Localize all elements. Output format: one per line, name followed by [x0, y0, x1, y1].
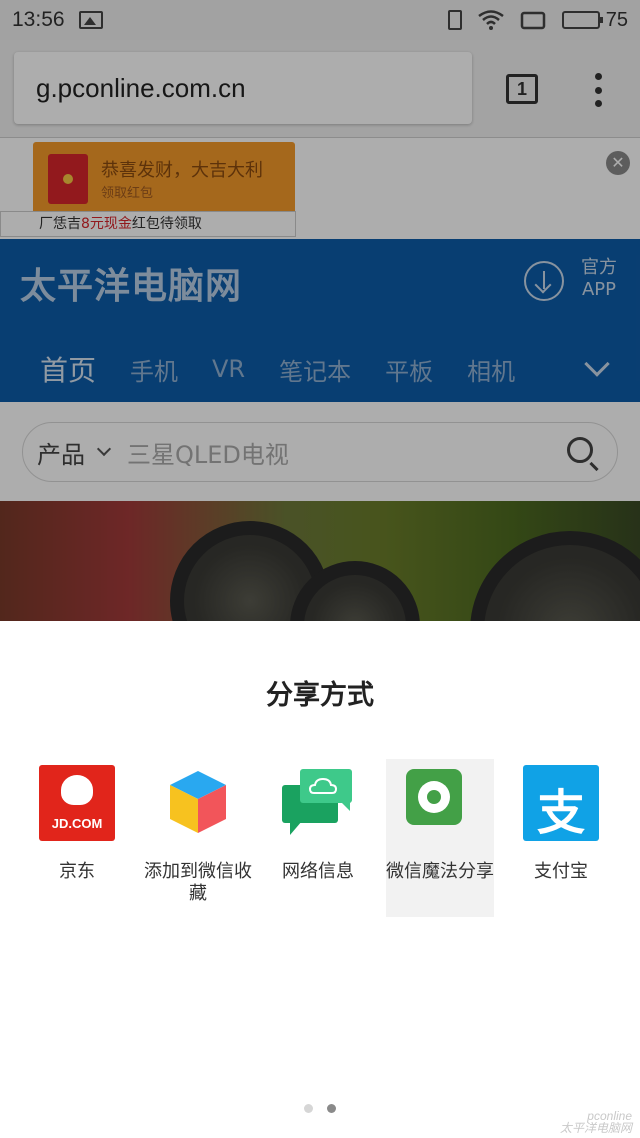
- close-ad-icon[interactable]: ✕: [606, 151, 630, 175]
- watermark: pconline 太平洋电脑网: [560, 1110, 632, 1134]
- red-packet-ad[interactable]: 恭喜发财，大吉大利 领取红包: [33, 142, 295, 214]
- status-icons: 75: [447, 8, 628, 32]
- share-item-label: 网络信息: [282, 861, 354, 882]
- page-indicator: [304, 1104, 336, 1113]
- chat-bubbles-icon: [280, 765, 356, 841]
- status-time: 13:56: [12, 8, 65, 31]
- share-item-jd[interactable]: JD.COM 京东: [23, 759, 131, 917]
- camera-shutter-icon: [402, 765, 478, 841]
- image-notification-icon: [78, 11, 103, 29]
- red-envelope-icon: [48, 154, 88, 204]
- ad-bar-suffix: 红包待领取: [131, 216, 202, 232]
- share-item-label: 添加到微信收藏: [144, 861, 252, 904]
- nav-item-tablet[interactable]: 平板: [385, 352, 433, 387]
- browser-toolbar: g.pconline.com.cn 1: [0, 40, 640, 138]
- share-item-wechat-favorites[interactable]: 添加到微信收藏: [144, 759, 252, 917]
- ad-bar[interactable]: 厂恁吉8元现金红包待领取: [0, 211, 296, 237]
- site-nav: 首页 手机 VR 笔记本 平板 相机: [0, 339, 640, 399]
- nav-item-vr[interactable]: VR: [212, 355, 245, 383]
- overflow-menu-icon[interactable]: [590, 70, 606, 110]
- alipay-icon-text: 支: [536, 785, 585, 841]
- wifi-icon: [478, 10, 504, 30]
- share-item-alipay[interactable]: 支 支付宝: [507, 759, 615, 917]
- wechat-favorites-cube-icon: [160, 765, 236, 841]
- page-dot-active[interactable]: [327, 1104, 336, 1113]
- app-label-line1: 官方: [581, 257, 617, 278]
- share-item-label: 京东: [59, 861, 95, 882]
- battery-percent: 75: [605, 8, 628, 31]
- vibrate-icon: [447, 10, 462, 30]
- search-bar[interactable]: 产品 三星QLED电视: [22, 422, 618, 482]
- search-category-select[interactable]: 产品: [37, 435, 85, 470]
- share-sheet: 分享方式 JD.COM 京东 添加到微信收藏 网络信息 微信魔法分享 支 支付宝…: [0, 621, 640, 1138]
- status-bar: 13:56 75: [0, 0, 640, 40]
- share-item-label: 支付宝: [534, 861, 588, 882]
- search-icon[interactable]: [567, 437, 593, 463]
- url-bar[interactable]: g.pconline.com.cn: [14, 52, 472, 124]
- page-dot[interactable]: [304, 1104, 313, 1113]
- nav-item-camera[interactable]: 相机: [467, 352, 515, 387]
- ad-popup-title: 恭喜发财，大吉大利: [101, 160, 263, 181]
- washer-drum: [470, 531, 640, 621]
- alipay-icon: 支: [523, 765, 599, 841]
- ad-bar-lead: 厂: [39, 216, 53, 232]
- share-item-network-info[interactable]: 网络信息: [264, 759, 372, 917]
- ad-bar-highlight: 8元现金: [81, 216, 132, 232]
- watermark-line2: 太平洋电脑网: [559, 1121, 632, 1135]
- nav-item-home[interactable]: 首页: [40, 349, 96, 389]
- tab-switcher-button[interactable]: 1: [506, 74, 538, 104]
- chevron-down-icon[interactable]: [96, 441, 112, 457]
- nav-item-laptop[interactable]: 笔记本: [279, 352, 351, 387]
- search-input[interactable]: 三星QLED电视: [127, 435, 289, 470]
- banner-image[interactable]: [0, 501, 640, 621]
- battery-icon: [561, 11, 603, 29]
- site-header: 太平洋电脑网 官方 APP 首页 手机 VR 笔记本 平板 相机: [0, 239, 640, 402]
- jd-icon-text: JD.COM: [51, 816, 103, 831]
- share-item-label: 微信魔法分享: [386, 861, 494, 882]
- download-icon[interactable]: [524, 261, 564, 301]
- ad-bar-prefix: 恁吉: [53, 216, 81, 232]
- official-app-link[interactable]: 官方 APP: [574, 257, 624, 301]
- share-item-wechat-magic[interactable]: 微信魔法分享: [386, 759, 494, 917]
- screen-icon: [520, 10, 546, 30]
- jd-dog-icon: [61, 775, 93, 805]
- web-page: 恭喜发财，大吉大利 领取红包 厂恁吉8元现金红包待领取 ✕ 太平洋电脑网 官方 …: [0, 139, 640, 621]
- ad-area: 恭喜发财，大吉大利 领取红包 厂恁吉8元现金红包待领取 ✕: [0, 139, 640, 239]
- ad-popup-subtitle: 领取红包: [101, 186, 154, 201]
- app-label-line2: APP: [581, 279, 617, 300]
- site-logo[interactable]: 太平洋电脑网: [20, 257, 242, 309]
- jd-icon: JD.COM: [39, 765, 115, 841]
- nav-item-phone[interactable]: 手机: [130, 352, 178, 387]
- share-sheet-title: 分享方式: [266, 680, 374, 711]
